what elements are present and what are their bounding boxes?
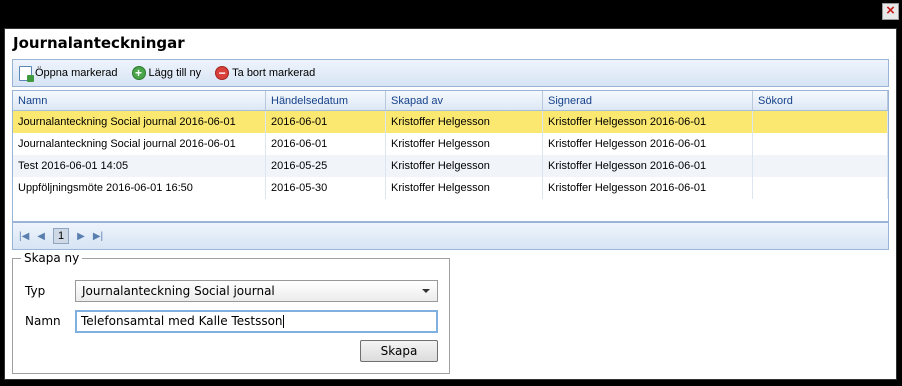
- close-icon[interactable]: ×: [882, 3, 899, 20]
- pager: |◀ ◀ 1 ▶ ▶|: [12, 222, 889, 250]
- cell-handelsedatum: 2016-06-01: [266, 133, 386, 155]
- column-header-namn[interactable]: Namn: [13, 91, 266, 110]
- cell-skapad-av: Kristoffer Helgesson: [386, 155, 543, 177]
- table-row[interactable]: Uppföljningsmöte 2016-06-01 16:50 2016-0…: [13, 177, 888, 199]
- add-new-label: Lägg till ny: [148, 67, 202, 79]
- text-cursor: [282, 315, 284, 328]
- chevron-down-icon: [422, 289, 430, 293]
- cell-sokord: [753, 133, 888, 155]
- cell-skapad-av: Kristoffer Helgesson: [386, 133, 543, 155]
- name-input-value: Telefonsamtal med Kalle Testsson: [81, 314, 283, 328]
- cell-signerad: Kristoffer Helgesson 2016-06-01: [543, 111, 753, 133]
- table-row[interactable]: Test 2016-06-01 14:05 2016-05-25 Kristof…: [13, 155, 888, 177]
- first-page-icon[interactable]: |◀: [19, 231, 29, 242]
- cell-signerad: Kristoffer Helgesson 2016-06-01: [543, 133, 753, 155]
- column-header-handelsedatum[interactable]: Händelsedatum: [266, 91, 386, 110]
- column-header-sokord[interactable]: Sökord: [753, 91, 888, 110]
- cell-namn: Uppföljningsmöte 2016-06-01 16:50: [13, 177, 266, 199]
- type-select-value: Journalanteckning Social journal: [82, 284, 275, 298]
- current-page-number[interactable]: 1: [53, 228, 70, 244]
- create-new-legend: Skapa ny: [21, 251, 83, 265]
- type-select[interactable]: Journalanteckning Social journal: [75, 280, 438, 302]
- cell-signerad: Kristoffer Helgesson 2016-06-01: [543, 177, 753, 199]
- journal-grid: Namn Händelsedatum Skapad av Signerad Sö…: [12, 90, 889, 222]
- plus-icon: +: [131, 66, 146, 80]
- cell-skapad-av: Kristoffer Helgesson: [386, 111, 543, 133]
- create-button[interactable]: Skapa: [360, 340, 438, 362]
- cell-namn: Journalanteckning Social journal 2016-06…: [13, 111, 266, 133]
- journal-dialog: Journalanteckningar Öppna markerad + Läg…: [4, 28, 897, 380]
- open-selected-label: Öppna markerad: [35, 67, 118, 79]
- open-document-icon: [19, 65, 34, 82]
- cell-handelsedatum: 2016-05-30: [266, 177, 386, 199]
- table-row[interactable]: Journalanteckning Social journal 2016-06…: [13, 133, 888, 155]
- add-new-button[interactable]: + Lägg till ny: [131, 66, 202, 80]
- cell-sokord: [753, 155, 888, 177]
- last-page-icon[interactable]: ▶|: [93, 231, 103, 242]
- cell-skapad-av: Kristoffer Helgesson: [386, 177, 543, 199]
- column-header-signerad[interactable]: Signerad: [543, 91, 753, 110]
- cell-signerad: Kristoffer Helgesson 2016-06-01: [543, 155, 753, 177]
- cell-namn: Test 2016-06-01 14:05: [13, 155, 266, 177]
- toolbar: Öppna markerad + Lägg till ny − Ta bort …: [12, 59, 889, 87]
- table-row[interactable]: Journalanteckning Social journal 2016-06…: [13, 111, 888, 133]
- cell-sokord: [753, 111, 888, 133]
- delete-selected-button[interactable]: − Ta bort markerad: [215, 66, 315, 80]
- name-input[interactable]: Telefonsamtal med Kalle Testsson: [75, 310, 438, 333]
- minus-icon: −: [215, 66, 230, 80]
- name-label: Namn: [25, 314, 61, 328]
- open-selected-button[interactable]: Öppna markerad: [19, 65, 118, 82]
- create-new-fieldset: Skapa ny Typ Journalanteckning Social jo…: [12, 251, 450, 374]
- cell-handelsedatum: 2016-06-01: [266, 111, 386, 133]
- delete-selected-label: Ta bort markerad: [232, 67, 316, 79]
- column-header-skapad-av[interactable]: Skapad av: [386, 91, 543, 110]
- next-page-icon[interactable]: ▶: [77, 231, 85, 242]
- type-label: Typ: [25, 284, 46, 298]
- previous-page-icon[interactable]: ◀: [37, 231, 45, 242]
- grid-header: Namn Händelsedatum Skapad av Signerad Sö…: [13, 91, 888, 111]
- cell-handelsedatum: 2016-05-25: [266, 155, 386, 177]
- cell-sokord: [753, 177, 888, 199]
- dialog-title: Journalanteckningar: [13, 34, 185, 52]
- cell-namn: Journalanteckning Social journal 2016-06…: [13, 133, 266, 155]
